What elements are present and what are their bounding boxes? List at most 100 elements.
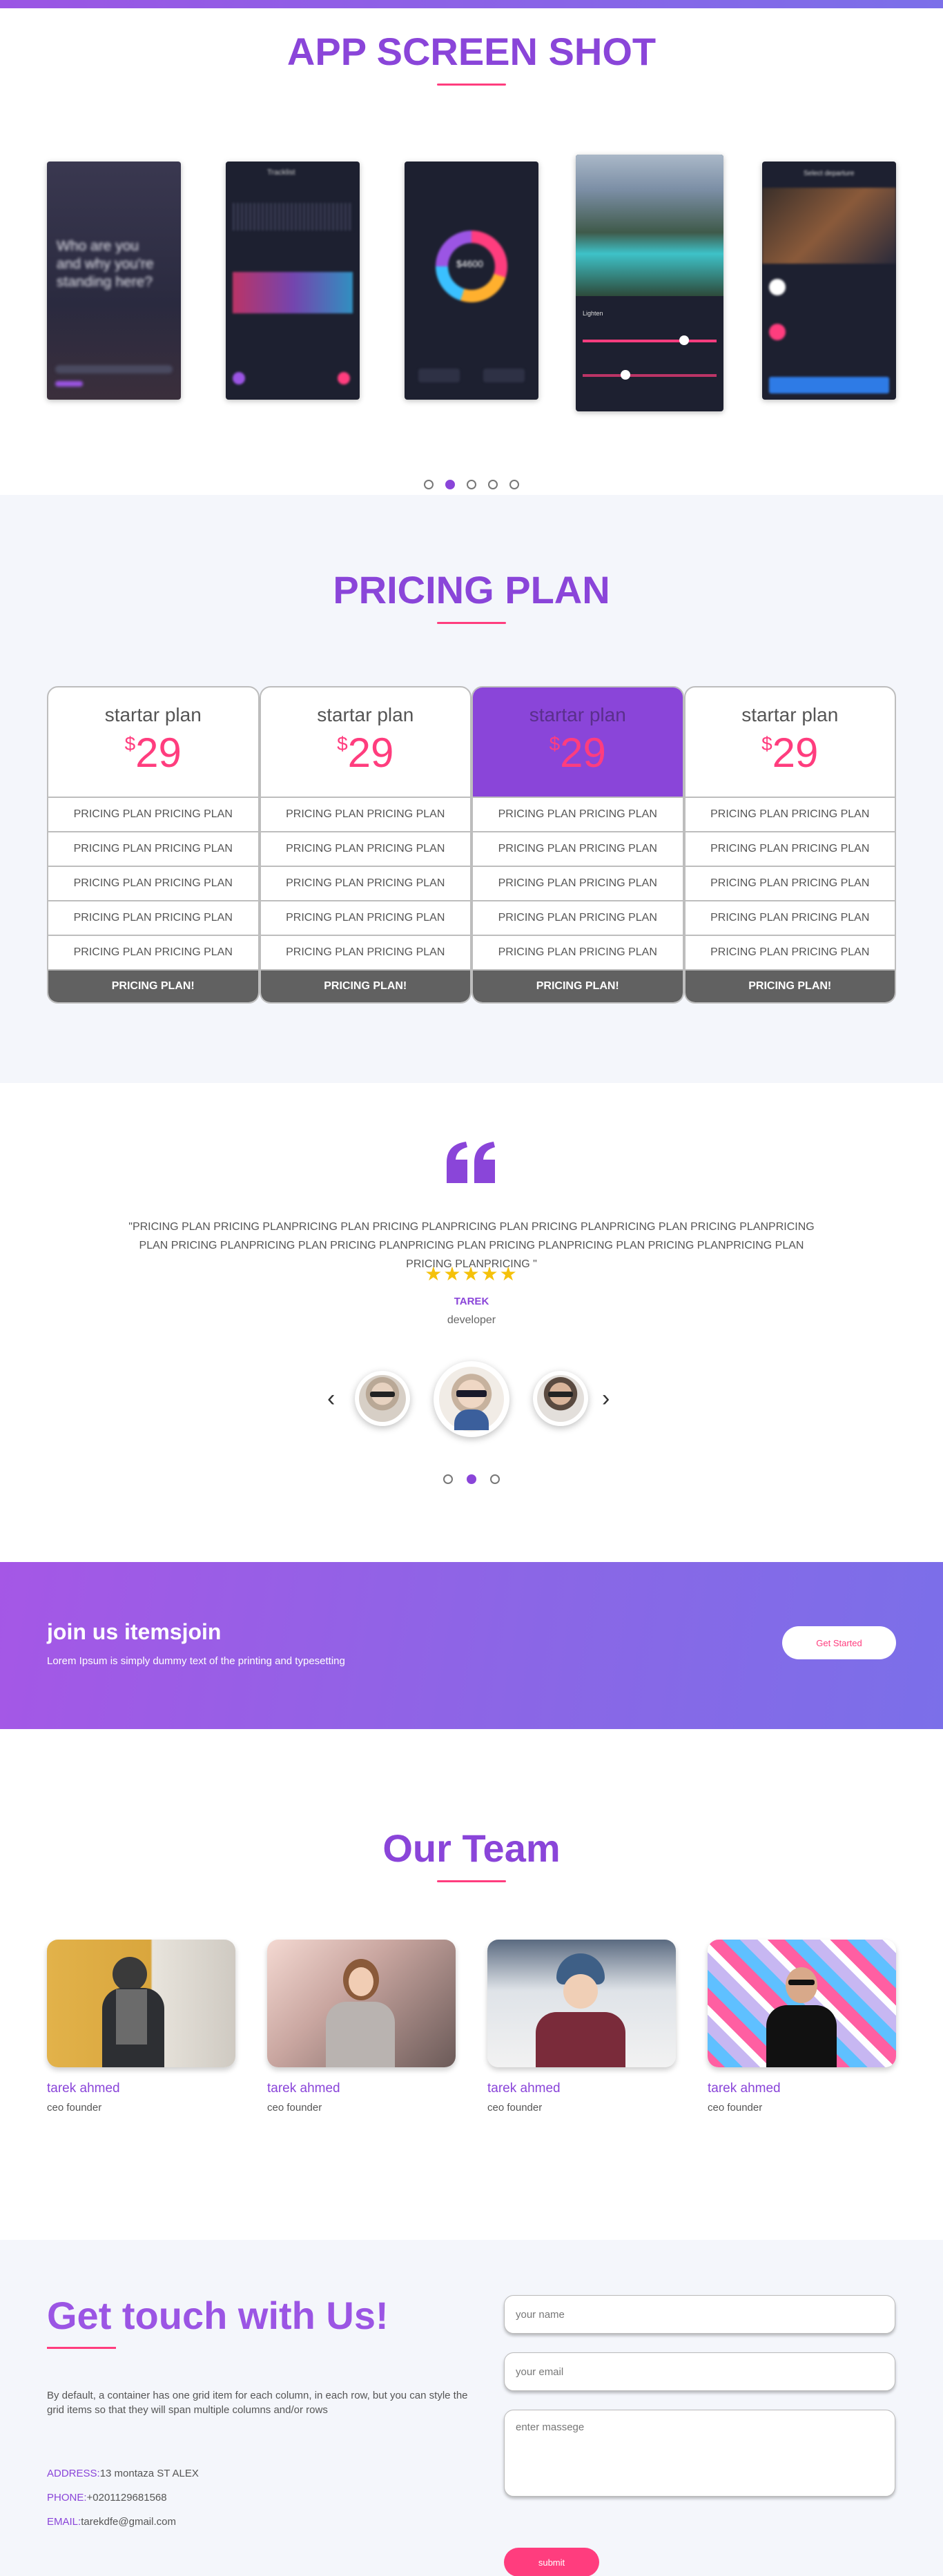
pricing-card: startar plan $29 PRICING PLAN PRICING PL… [683, 686, 896, 1004]
pagination-dot[interactable] [488, 480, 498, 489]
app-screenshots-section: APP SCREEN SHOT Who are you and why you'… [0, 8, 943, 495]
member-photo [708, 1940, 896, 2067]
currency-symbol: $ [761, 733, 772, 754]
section-title: APP SCREEN SHOT [286, 30, 657, 73]
name-input[interactable] [504, 2295, 895, 2334]
screenshot-card[interactable]: Tracklist [226, 162, 360, 400]
team-members: tarek ahmed ceo founder tarek ahmed ceo … [47, 1940, 896, 2114]
screenshot-card[interactable]: Select departure [762, 162, 896, 400]
address-value: 13 montaza ST ALEX [99, 2468, 199, 2479]
message-textarea[interactable] [504, 2410, 895, 2497]
team-card[interactable]: tarek ahmed ceo founder [708, 1940, 896, 2114]
team-card[interactable]: tarek ahmed ceo founder [487, 1940, 676, 2114]
contact-description: By default, a container has one grid ite… [47, 2390, 468, 2416]
plan-feature: PRICING PLAN PRICING PLAN [260, 867, 470, 901]
pagination-dot[interactable] [509, 480, 519, 489]
plan-feature: PRICING PLAN PRICING PLAN [48, 867, 258, 901]
plan-feature: PRICING PLAN PRICING PLAN [685, 867, 895, 901]
pagination-dot[interactable] [490, 1474, 500, 1484]
pricing-card-header: startar plan $29 [473, 687, 683, 798]
price-amount: 29 [347, 730, 394, 776]
team-card[interactable]: tarek ahmed ceo founder [47, 1940, 235, 2114]
plan-feature: PRICING PLAN PRICING PLAN [473, 901, 683, 936]
member-role: ceo founder [487, 2102, 543, 2114]
price-amount: 29 [135, 730, 182, 776]
get-started-button[interactable]: Get Started [782, 1626, 896, 1659]
member-photo [267, 1940, 456, 2067]
lake-photo [576, 155, 723, 296]
plan-feature: PRICING PLAN PRICING PLAN [48, 798, 258, 832]
pagination-dot-active[interactable] [467, 1474, 476, 1484]
contact-title: Get touch with Us! [47, 2294, 389, 2337]
pagination-dot[interactable] [424, 480, 434, 489]
join-subtitle: Lorem Ipsum is simply dummy text of the … [47, 1655, 345, 1667]
plan-feature: PRICING PLAN PRICING PLAN [473, 798, 683, 832]
plan-feature: PRICING PLAN PRICING PLAN [260, 832, 470, 867]
pricing-plan-button[interactable]: PRICING PLAN! [685, 970, 895, 1002]
plan-feature: PRICING PLAN PRICING PLAN [473, 867, 683, 901]
plan-name: startar plan [529, 704, 626, 725]
price-amount: 29 [772, 730, 819, 776]
screenshot-caption: Who are you and why you're standing here… [57, 238, 154, 290]
pricing-plan-button[interactable]: PRICING PLAN! [260, 970, 470, 1002]
email-input[interactable] [504, 2352, 895, 2391]
top-accent-bar [0, 0, 943, 8]
title-underline [437, 622, 506, 624]
title-underline [47, 2347, 116, 2349]
chevron-left-icon[interactable]: ‹ [327, 1385, 335, 1412]
member-name: tarek ahmed [487, 2081, 561, 2096]
plan-feature: PRICING PLAN PRICING PLAN [260, 901, 470, 936]
avatar[interactable] [533, 1371, 588, 1426]
pricing-table: startar plan $29 PRICING PLAN PRICING PL… [47, 686, 896, 1004]
pricing-card-header: startar plan $29 [685, 687, 895, 798]
testimonial-role: developer [447, 1314, 496, 1326]
rating-stars: ★★★★★ [425, 1263, 518, 1285]
quote-icon [447, 1142, 495, 1183]
screenshot-card[interactable]: $4600 [405, 162, 538, 400]
screenshot-card[interactable]: Who are you and why you're standing here… [47, 162, 181, 400]
member-role: ceo founder [267, 2102, 322, 2114]
price-amount: 29 [560, 730, 606, 776]
testimonial-pagination [0, 1474, 943, 1484]
title-underline [437, 1880, 506, 1882]
team-card[interactable]: tarek ahmed ceo founder [267, 1940, 456, 2114]
pagination-dot[interactable] [467, 480, 476, 489]
avatar-active[interactable] [434, 1361, 509, 1437]
pagination-dot-active[interactable] [445, 480, 455, 489]
pricing-plan-button[interactable]: PRICING PLAN! [48, 970, 258, 1002]
contact-address: ADDRESS:13 montaza ST ALEX [47, 2468, 199, 2479]
plan-feature: PRICING PLAN PRICING PLAN [260, 936, 470, 970]
plan-feature: PRICING PLAN PRICING PLAN [48, 901, 258, 936]
title-underline [437, 84, 506, 86]
join-banner: join us itemsjoin Lorem Ipsum is simply … [0, 1562, 943, 1729]
pagination-dot[interactable] [443, 1474, 453, 1484]
currency-symbol: $ [337, 733, 348, 754]
plan-feature: PRICING PLAN PRICING PLAN [685, 832, 895, 867]
email-value: tarekdfe@gmail.com [81, 2516, 176, 2528]
contact-phone: PHONE:+0201129681568 [47, 2492, 167, 2504]
pricing-plan-button[interactable]: PRICING PLAN! [473, 970, 683, 1002]
member-photo [47, 1940, 235, 2067]
member-photo [487, 1940, 676, 2067]
phone-value: +0201129681568 [86, 2492, 167, 2504]
avatar[interactable] [355, 1371, 410, 1426]
contact-section: Get touch with Us! By default, a contain… [0, 2240, 943, 2576]
member-role: ceo founder [47, 2102, 102, 2114]
chevron-right-icon[interactable]: › [602, 1385, 610, 1412]
address-label: ADDRESS: [47, 2468, 100, 2479]
member-role: ceo founder [708, 2102, 763, 2114]
email-label: EMAIL: [47, 2516, 81, 2528]
plan-feature: PRICING PLAN PRICING PLAN [48, 936, 258, 970]
pricing-card: startar plan $29 PRICING PLAN PRICING PL… [47, 686, 260, 1004]
phone-label: PHONE: [47, 2492, 87, 2504]
submit-button[interactable]: submit [504, 2548, 599, 2576]
screenshot-card[interactable]: Lighten [576, 155, 723, 411]
contact-email: EMAIL:tarekdfe@gmail.com [47, 2516, 176, 2528]
team-section: Our Team tarek ahmed ceo founder tarek a… [0, 1729, 943, 2240]
plan-feature: PRICING PLAN PRICING PLAN [473, 832, 683, 867]
member-name: tarek ahmed [708, 2081, 781, 2096]
plan-price: $29 [473, 729, 683, 777]
plan-feature: PRICING PLAN PRICING PLAN [260, 798, 470, 832]
member-name: tarek ahmed [47, 2081, 120, 2096]
screenshot-carousel[interactable]: Who are you and why you're standing here… [0, 155, 943, 417]
